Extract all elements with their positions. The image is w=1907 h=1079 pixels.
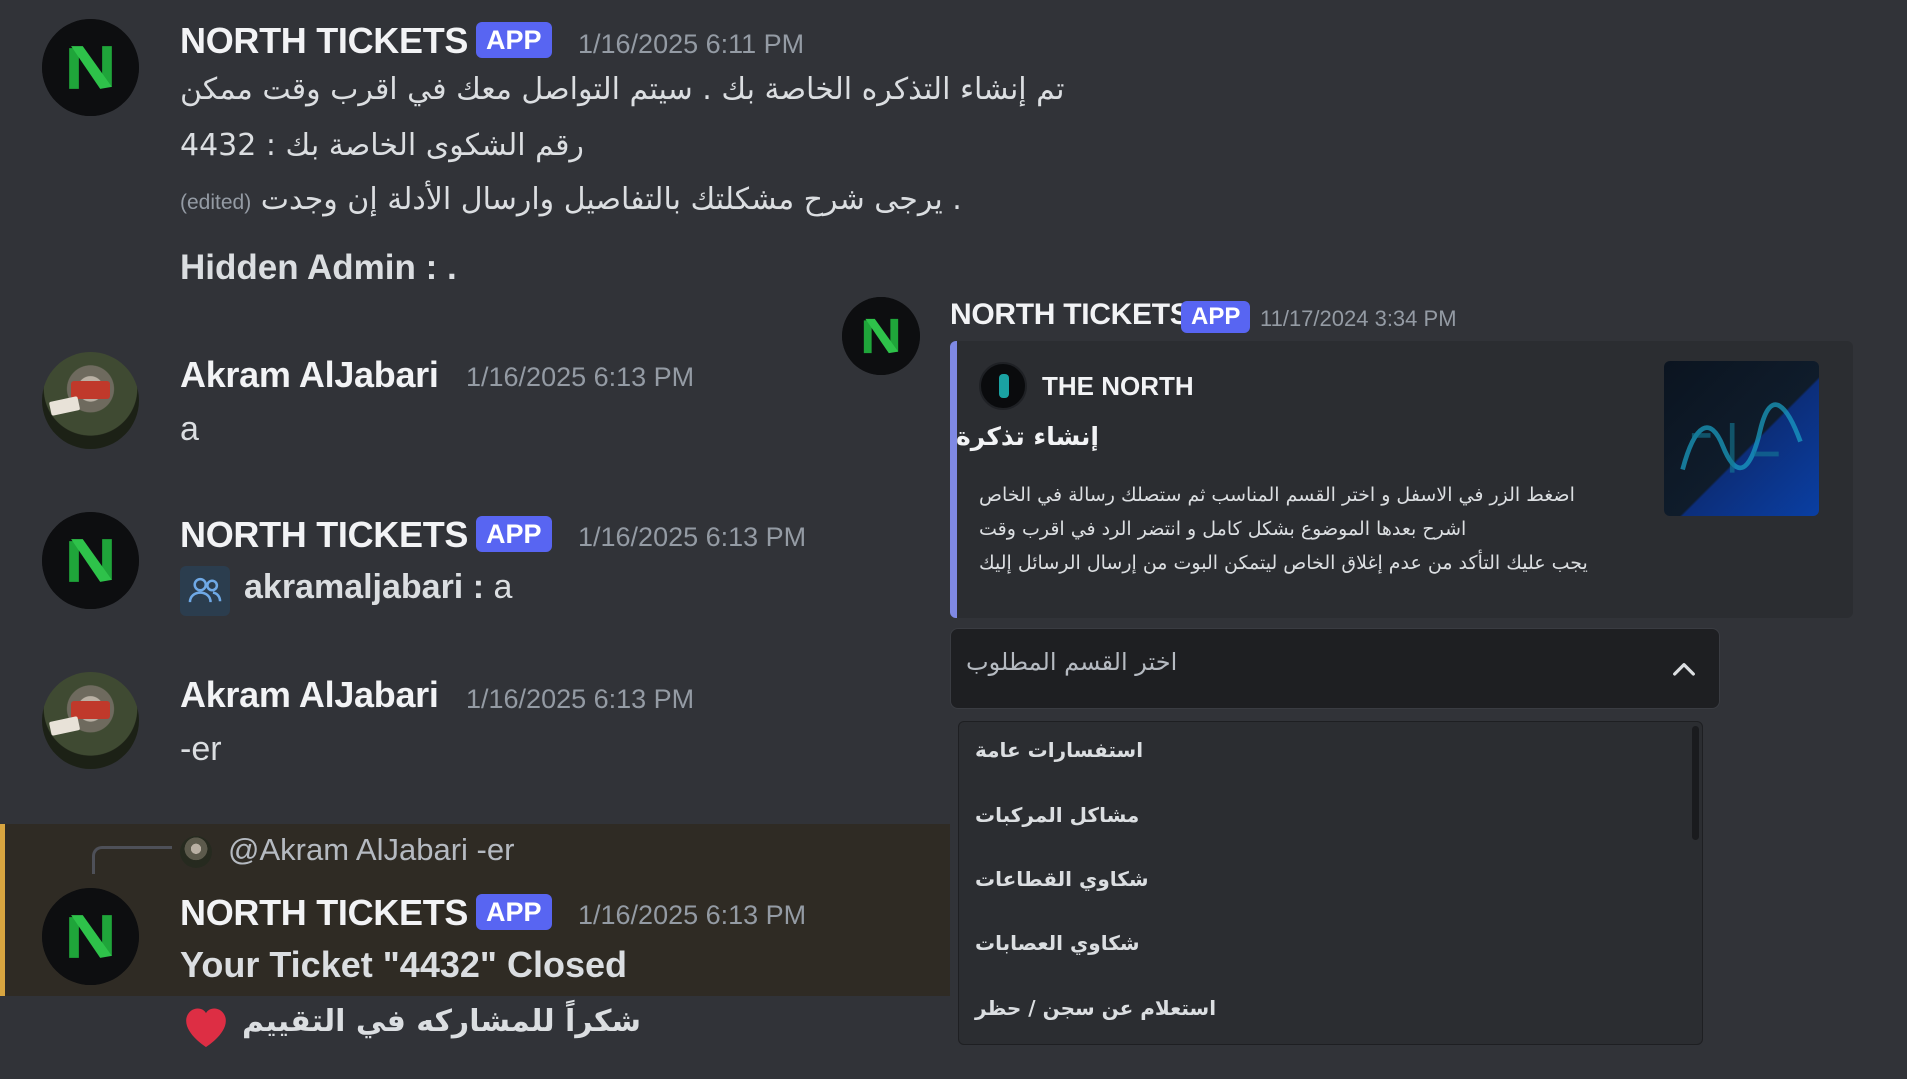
- message-text: تم إنشاء التذكره الخاصة بك . سيتم التواص…: [180, 72, 1065, 107]
- message-timestamp: 1/16/2025 6:13 PM: [466, 362, 695, 392]
- north-logo-icon: [42, 19, 139, 116]
- message-timestamp: 1/16/2025 6:13 PM: [578, 522, 807, 552]
- embed-description-line: اشرح بعدها الموضوع بشكل كامل و انتضر الر…: [979, 518, 1467, 540]
- message-text-edited: (edited) يرجى شرح مشكلتك بالتفاصيل وارسا…: [180, 182, 962, 217]
- author-name[interactable]: NORTH TICKETS: [180, 514, 468, 556]
- dropdown-option[interactable]: شكاوي العصابات: [959, 915, 1684, 979]
- mention-separator: :: [472, 568, 485, 606]
- users-icon: [180, 566, 230, 616]
- dropdown-option[interactable]: شكاوي القطاعات: [959, 851, 1684, 915]
- author-name[interactable]: NORTH TICKETS: [180, 20, 468, 62]
- message-text: a: [180, 410, 199, 448]
- embed-description-line: اضغط الزر في الاسفل و اختر القسم المناسب…: [979, 484, 1575, 506]
- option-label: استعلام عن سجن / حظر: [975, 996, 1217, 1020]
- heart-icon: [186, 1008, 226, 1047]
- edited-label: (edited): [180, 191, 252, 214]
- category-dropdown-menu: استفسارات عامة مشاكل المركبات شكاوي القط…: [958, 721, 1703, 1045]
- message-timestamp: 1/16/2025 6:13 PM: [466, 684, 695, 714]
- server-icon: [979, 362, 1027, 410]
- north-tickets-avatar[interactable]: [42, 512, 139, 609]
- message-text: -er: [180, 730, 222, 768]
- chevron-up-icon[interactable]: [1668, 654, 1700, 686]
- app-badge: APP: [1181, 301, 1251, 333]
- north-tickets-avatar[interactable]: [42, 19, 139, 116]
- reply-avatar: [180, 836, 212, 868]
- reply-reference[interactable]: @Akram AlJabari -er: [228, 832, 514, 868]
- option-label: مشاكل المركبات: [975, 803, 1140, 827]
- message-timestamp: 1/16/2025 6:11 PM: [578, 29, 805, 59]
- ticket-closed-title: Your Ticket "4432" Closed: [180, 944, 627, 985]
- north-tickets-avatar[interactable]: [42, 888, 139, 985]
- embed-author: THE NORTH: [1042, 371, 1194, 401]
- north-tickets-avatar[interactable]: [842, 297, 920, 375]
- message-text: رقم الشكوى الخاصة بك : 4432: [180, 128, 584, 163]
- embed-thumbnail[interactable]: [1664, 361, 1819, 516]
- dropdown-option[interactable]: مشاكل المركبات: [959, 787, 1684, 851]
- option-label: شكاوي العصابات: [975, 931, 1140, 955]
- app-badge: APP: [476, 22, 552, 58]
- dropdown-option[interactable]: استعلام عن سجن / حظر: [959, 980, 1684, 1044]
- embed-title: إنشاء تذكرة: [956, 422, 1099, 451]
- reply-connector: [92, 846, 172, 874]
- message-timestamp: 1/16/2025 6:13 PM: [578, 900, 807, 930]
- author-name[interactable]: Akram AlJabari: [180, 674, 439, 716]
- message-text: a: [484, 568, 513, 606]
- embed-description-line: يجب عليك التأكد من عدم إغلاق الخاص ليتمك…: [979, 552, 1588, 574]
- option-label: استفسارات عامة: [975, 738, 1144, 762]
- mention-line: akramaljabari :: a a: [244, 568, 512, 607]
- hidden-admin-text: Hidden Admin : .: [180, 248, 457, 287]
- dropdown-scrollbar[interactable]: [1692, 726, 1699, 840]
- message-text: يرجى شرح مشكلتك بالتفاصيل وارسال الأدلة …: [260, 182, 962, 217]
- user-mention[interactable]: akramaljabari: [244, 568, 463, 606]
- app-badge: APP: [476, 894, 552, 930]
- rating-thanks-text: شكراً للمشاركه في التقييم: [242, 1004, 641, 1039]
- dropdown-option[interactable]: استفسارات عامة: [959, 722, 1684, 786]
- author-name[interactable]: Akram AlJabari: [180, 354, 439, 396]
- select-placeholder: اختر القسم المطلوب: [966, 648, 1178, 676]
- author-name[interactable]: NORTH TICKETS: [180, 892, 468, 934]
- akram-avatar[interactable]: [42, 352, 139, 449]
- option-label: شكاوي القطاعات: [975, 867, 1149, 891]
- north-logo-icon: [42, 512, 139, 609]
- app-badge: APP: [476, 516, 552, 552]
- message-timestamp: 11/17/2024 3:34 PM: [1260, 306, 1457, 331]
- north-banner-image: [1680, 402, 1803, 473]
- akram-avatar[interactable]: [42, 672, 139, 769]
- north-logo-icon: [42, 888, 139, 985]
- author-name[interactable]: NORTH TICKETS: [950, 298, 1190, 332]
- north-logo-icon: [842, 297, 920, 375]
